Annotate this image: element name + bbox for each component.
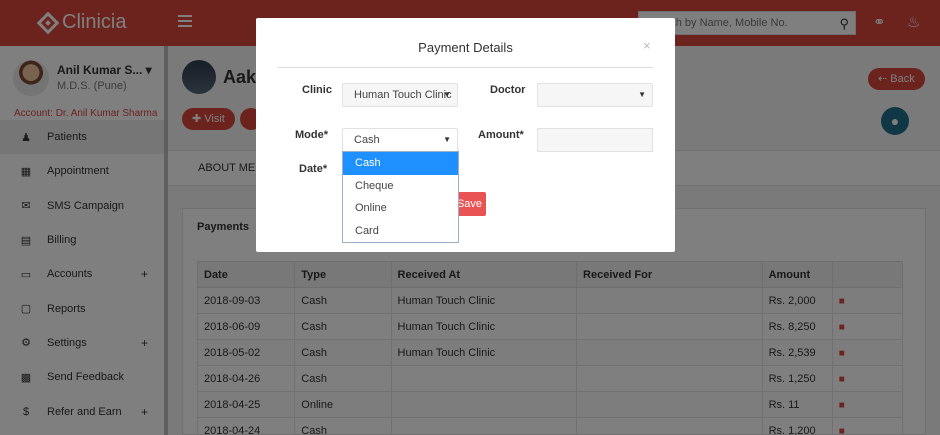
chevron-down-icon: ▼ [638,90,646,99]
mode-label: Mode* [295,129,328,141]
amount-label: Amount* [478,129,524,141]
chevron-down-icon: ▼ [443,90,451,99]
mode-option-online[interactable]: Online [343,197,458,220]
mode-select[interactable]: Cash ▼ [342,128,458,152]
chevron-down-icon: ▼ [443,135,451,144]
mode-option-cash[interactable]: Cash [343,152,458,175]
doctor-label: Doctor [490,84,526,96]
clinic-label: Clinic [302,84,332,96]
clinic-select[interactable]: Human Touch Clinic ▼ [342,83,458,107]
mode-option-card[interactable]: Card [343,220,458,243]
mode-option-cheque[interactable]: Cheque [343,175,458,198]
close-icon[interactable]: × [643,38,651,53]
doctor-select[interactable]: ▼ [537,83,653,107]
modal-title: Payment Details [418,40,513,55]
mode-dropdown-list: Cash Cheque Online Card [342,151,459,243]
divider [278,67,653,68]
amount-input[interactable] [537,128,653,152]
payment-details-modal: Payment Details × Clinic Human Touch Cli… [256,18,675,252]
date-label: Date* [299,163,328,175]
